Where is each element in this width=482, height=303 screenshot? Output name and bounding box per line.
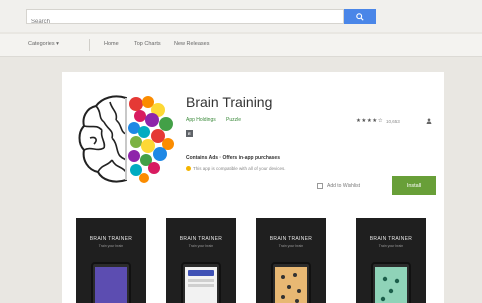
phone-screen: [375, 267, 407, 303]
screenshot-title: BRAIN TRAINER: [89, 236, 133, 242]
install-button[interactable]: Install: [392, 176, 436, 195]
phone-screen: [185, 267, 217, 303]
search-input[interactable]: [27, 15, 343, 29]
category-link[interactable]: Puzzle: [226, 117, 241, 123]
search-field[interactable]: [26, 9, 344, 29]
phone-mockup: [181, 262, 221, 303]
nav-new-releases[interactable]: New Releases: [174, 41, 209, 47]
screenshot-subtitle: Train your brain: [98, 244, 124, 248]
developer-link[interactable]: App Holdings: [186, 117, 216, 123]
compatibility-text: This app is compatible with all of your …: [193, 166, 286, 171]
person-icon: [426, 118, 432, 124]
screenshot-title: BRAIN TRAINER: [269, 236, 313, 242]
bookmark-icon: [317, 183, 323, 189]
top-search-bar: [0, 0, 482, 32]
app-details-card: Brain Training App Holdings Puzzle E ★★★…: [62, 72, 444, 303]
phone-screen: [95, 267, 127, 303]
screenshot-title: BRAIN TRAINER: [369, 236, 413, 242]
app-title: Brain Training: [186, 94, 273, 110]
phone-screen: [275, 267, 307, 303]
nav-divider: [89, 39, 90, 51]
screenshot-thumbnail[interactable]: BRAIN TRAINER Train your brain: [76, 218, 146, 303]
nav-home[interactable]: Home: [104, 41, 119, 47]
brain-icon: [78, 95, 174, 183]
phone-mockup: [271, 262, 311, 303]
screenshot-thumbnail[interactable]: BRAIN TRAINER Train your brain: [166, 218, 236, 303]
info-icon: [186, 166, 191, 172]
screenshot-thumbnail[interactable]: BRAIN TRAINER Train your brain: [256, 218, 326, 303]
screenshot-subtitle: Train your brain: [378, 244, 404, 248]
rating-count: 10,653: [386, 119, 400, 124]
phone-mockup: [91, 262, 131, 303]
ads-notice: Contains Ads · Offers in-app purchases: [186, 155, 280, 161]
nav-bar: Categories ▾ Home Top Charts New Release…: [0, 34, 482, 57]
compatibility-note: This app is compatible with all of your …: [186, 166, 286, 172]
wishlist-button[interactable]: Add to Wishlist: [317, 183, 360, 189]
play-store-page: Categories ▾ Home Top Charts New Release…: [0, 0, 482, 303]
screenshot-subtitle: Train your brain: [188, 244, 214, 248]
nav-top-charts[interactable]: Top Charts: [134, 41, 161, 47]
phone-mockup: [371, 262, 411, 303]
wishlist-label: Add to Wishlist: [327, 183, 361, 189]
screenshot-title: BRAIN TRAINER: [179, 236, 223, 242]
search-button[interactable]: [344, 9, 376, 24]
screenshot-thumbnail[interactable]: BRAIN TRAINER Train your brain: [356, 218, 426, 303]
screenshot-subtitle: Train your brain: [278, 244, 304, 248]
nav-categories[interactable]: Categories ▾: [28, 41, 59, 47]
content-rating-badge: E: [186, 130, 193, 137]
rating-stars: ★★★★☆: [356, 118, 384, 124]
search-icon: [356, 12, 364, 21]
